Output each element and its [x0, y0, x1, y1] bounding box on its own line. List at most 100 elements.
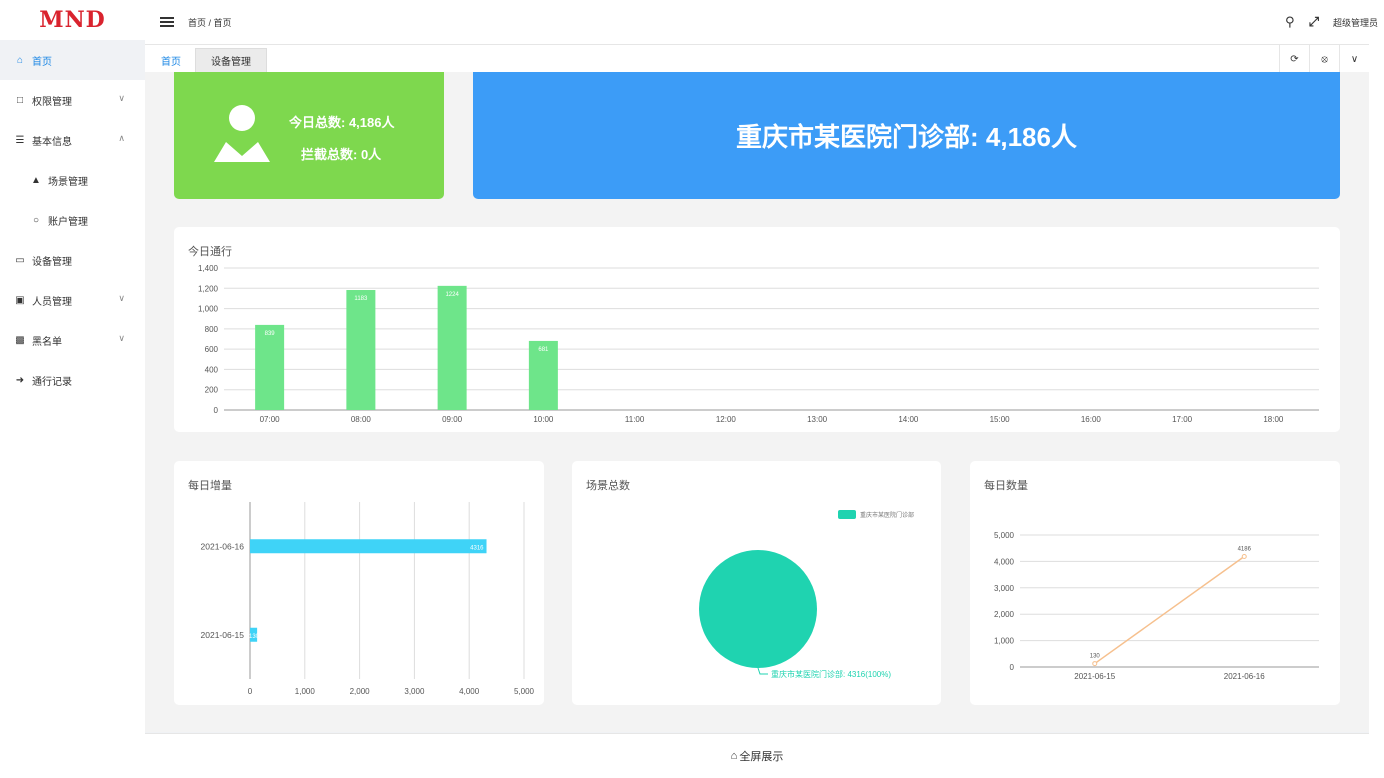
- today-total: 今日总数: 4,186人: [289, 115, 395, 130]
- tab-home[interactable]: 首页: [151, 48, 191, 73]
- point-data-label: 4186: [1238, 546, 1252, 552]
- scenes-panel: 场景总数 重庆市某医院门诊部 重庆市某医院门诊部: 4316(100%): [572, 461, 941, 705]
- fullscreen-label: 全屏展示: [739, 751, 784, 763]
- sidebar-item-label: 权限管理: [32, 96, 72, 108]
- sidebar-item-label: 账户管理: [48, 216, 88, 228]
- sign-out-icon: ➜: [15, 374, 25, 386]
- bar-data-label: 681: [538, 347, 549, 353]
- y-tick-label: 2,000: [994, 610, 1015, 619]
- point-data-label: 130: [1090, 654, 1101, 660]
- tab-devices[interactable]: 设备管理: [195, 48, 267, 73]
- chart-bar: [346, 290, 376, 410]
- site-banner: 重庆市某医院门诊部: 4,186人: [473, 72, 1340, 199]
- y-tick-label: 200: [205, 386, 219, 395]
- top-header: 首页 / 首页 ⚲ ⤢ 超级管理员: [145, 0, 1384, 44]
- x-tick-label: 10:00: [533, 415, 554, 424]
- scene-icon: ▲: [31, 174, 41, 186]
- scenes-chart: 重庆市某医院门诊部重庆市某医院门诊部: 4316(100%): [699, 510, 914, 679]
- breadcrumb: 首页 / 首页: [188, 17, 232, 28]
- daily-count-panel: 每日数量 0 1,000 2,000 3,000 4,000 5,000 2021-06-1…: [970, 461, 1340, 705]
- chart-bar: [437, 285, 467, 410]
- user-icon: [214, 105, 270, 162]
- x-tick-label: 2,000: [350, 687, 371, 696]
- bar-data-label: 839: [265, 331, 276, 337]
- y-tick-label: 2021-06-15: [201, 630, 245, 640]
- x-tick-label: 07:00: [260, 415, 281, 424]
- sidebar-item-label: 首页: [32, 56, 52, 68]
- chevron-down-icon: ∨: [118, 293, 125, 303]
- daily-increase-chart: 0 1,000 2,000 3,000 4,000 5,000 2021-06-16 4316…: [201, 502, 535, 696]
- sidebar-item-basic-info[interactable]: ☰ 基本信息 ∧: [0, 120, 145, 160]
- sidebar-item-access-records[interactable]: ➜ 通行记录: [0, 360, 145, 400]
- x-tick-label: 1,000: [295, 687, 316, 696]
- sidebar-item-devices[interactable]: ▭ 设备管理: [0, 240, 145, 280]
- hourly-chart: 0 200 400 600 800 1,000 1,200 1,400 07:00 839 08:0…: [198, 264, 1319, 424]
- sidebar-item-scenes[interactable]: ▲ 场景管理: [0, 160, 145, 200]
- y-tick-label: 400: [205, 365, 219, 374]
- tab-bar: 首页 设备管理 ⟳ ⦻ ∨: [145, 44, 1369, 73]
- x-tick-label: 5,000: [514, 687, 535, 696]
- y-tick-label: 0: [1010, 663, 1015, 672]
- daily-increase-panel: 每日增量 0 1,000 2,000 3,000 4,000 5,000 2021-06-1…: [174, 461, 544, 705]
- search-icon[interactable]: ⚲: [1285, 14, 1295, 30]
- folder-icon: □: [16, 94, 24, 106]
- sidebar-item-permissions[interactable]: □ 权限管理 ∨: [0, 80, 145, 120]
- y-tick-label: 600: [205, 345, 219, 354]
- chart-bar: [255, 324, 285, 410]
- x-tick-label: 11:00: [625, 415, 645, 424]
- menu-toggle-icon[interactable]: [160, 17, 174, 27]
- x-tick-label: 2021-06-15: [1074, 672, 1115, 681]
- y-tick-label: 1,000: [994, 637, 1015, 646]
- sidebar-item-label: 人员管理: [32, 296, 72, 308]
- sidebar-item-home[interactable]: ⌂ 首页: [0, 40, 145, 80]
- x-tick-label: 0: [248, 687, 253, 696]
- x-tick-label: 16:00: [1081, 415, 1102, 424]
- x-tick-label: 12:00: [716, 415, 737, 424]
- fullscreen-icon[interactable]: ⤢: [1309, 14, 1319, 30]
- y-tick-label: 4,000: [994, 557, 1015, 566]
- sidebar-item-personnel[interactable]: ▣ 人员管理 ∨: [0, 280, 145, 320]
- pie-slice: [699, 550, 817, 668]
- close-tabs-icon[interactable]: ⦻: [1309, 45, 1339, 73]
- line-point: [1092, 661, 1098, 667]
- y-tick-label: 3,000: [994, 584, 1015, 593]
- database-icon: ☰: [15, 134, 25, 146]
- series-line: [1094, 555, 1245, 665]
- slice-label-line: [757, 667, 768, 675]
- y-tick-label: 1,400: [198, 264, 219, 273]
- y-tick-label: 2021-06-16: [201, 541, 245, 551]
- sidebar-item-label: 设备管理: [32, 256, 72, 268]
- line-point: [1241, 553, 1247, 559]
- sidebar-item-accounts[interactable]: ○ 账户管理: [0, 200, 145, 240]
- y-tick-label: 5,000: [994, 531, 1015, 540]
- fullscreen-button[interactable]: ⌂ 全屏展示: [145, 733, 1369, 778]
- x-tick-label: 4,000: [459, 687, 480, 696]
- y-tick-label: 0: [214, 406, 219, 415]
- user-name[interactable]: 超级管理员: [1333, 16, 1378, 29]
- x-tick-label: 2021-06-16: [1224, 672, 1265, 681]
- legend-swatch: [838, 510, 856, 519]
- chevron-down-icon[interactable]: ∨: [1339, 45, 1369, 73]
- dashboard-content: 今日总数: 4,186人 拦截总数: 0人 重庆市某医院门诊部: 4,186人 …: [145, 72, 1369, 732]
- logo: MND: [39, 7, 106, 33]
- sidebar-item-label: 场景管理: [48, 176, 88, 188]
- sidebar-item-blacklist[interactable]: ▩ 黑名单 ∨: [0, 320, 145, 360]
- sidebar-item-label: 黑名单: [32, 336, 62, 348]
- sidebar: MND ⌂ 首页 □ 权限管理 ∨ ☰ 基本信息 ∧ ▲ 场景管理 ○ 账户管理…: [0, 0, 145, 778]
- monitor-icon: ▭: [15, 254, 25, 266]
- chevron-down-icon: ∨: [118, 93, 125, 103]
- chevron-up-icon: ∧: [118, 133, 125, 143]
- x-tick-label: 3,000: [404, 687, 425, 696]
- x-tick-label: 09:00: [442, 415, 463, 424]
- refresh-icon[interactable]: ⟳: [1279, 45, 1309, 73]
- bar-data-label: 1224: [445, 292, 459, 298]
- hourly-chart-panel: 今日通行 0 200 400 600 800 1,000 1,200 1,400 07:00 83…: [174, 227, 1340, 432]
- bar-data-label: 1183: [354, 296, 368, 302]
- x-tick-label: 18:00: [1263, 415, 1284, 424]
- bar-data-label: 130: [249, 634, 260, 640]
- daily-count-chart: 0 1,000 2,000 3,000 4,000 5,000 2021-06-15 130 2…: [994, 531, 1319, 681]
- blacklist-card-icon: ▩: [15, 334, 25, 346]
- x-tick-label: 15:00: [990, 415, 1011, 424]
- home-icon: ⌂: [730, 750, 738, 762]
- x-tick-label: 13:00: [807, 415, 828, 424]
